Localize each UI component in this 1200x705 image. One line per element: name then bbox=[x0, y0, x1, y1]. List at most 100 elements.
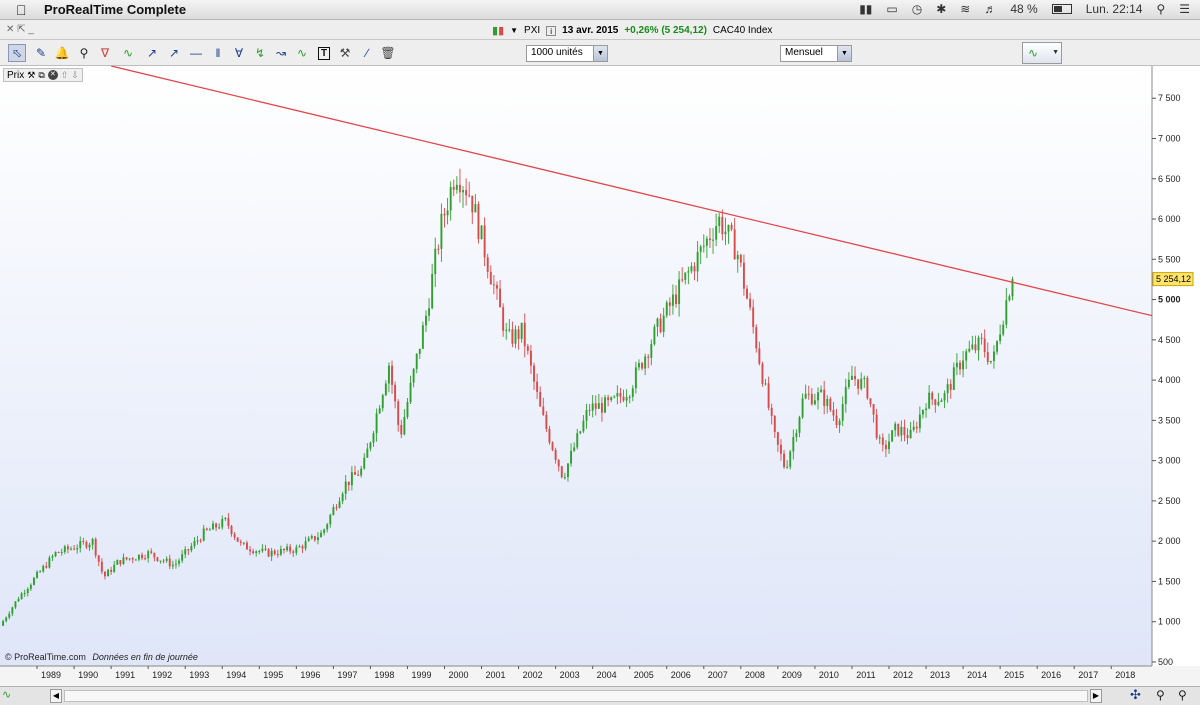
y-tick-label: 3 500 bbox=[1158, 415, 1181, 425]
horizontal-line-icon[interactable]: — bbox=[187, 44, 205, 62]
spotlight-search-icon[interactable]: ⚲ bbox=[1156, 2, 1165, 16]
clock[interactable]: Lun. 22:14 bbox=[1086, 2, 1143, 16]
text-tool-icon[interactable]: T bbox=[315, 44, 333, 62]
candle-body bbox=[298, 546, 301, 548]
candle-body bbox=[366, 448, 369, 458]
x-tick-label: 2002 bbox=[523, 670, 543, 680]
x-tick-label: 2010 bbox=[819, 670, 839, 680]
chart-background bbox=[0, 66, 1152, 666]
window-controls[interactable]: ✕ ⇱ _ bbox=[6, 24, 34, 35]
wave-tool-icon[interactable]: ∿ bbox=[293, 44, 311, 62]
candle-body bbox=[801, 398, 804, 418]
candle-body bbox=[159, 560, 162, 562]
candle-body bbox=[665, 302, 668, 316]
candle-body bbox=[807, 393, 810, 395]
wifi-icon[interactable]: ≋ bbox=[960, 2, 970, 16]
copy-icon[interactable]: ⧉ bbox=[38, 70, 44, 81]
candle-body bbox=[641, 363, 644, 369]
pattern-tool-icon[interactable]: ↯ bbox=[251, 44, 269, 62]
scroll-left-button[interactable]: ◀ bbox=[50, 689, 62, 703]
trendline-tool-icon[interactable]: ↗ bbox=[143, 44, 161, 62]
volume-icon[interactable]: ♬ bbox=[984, 2, 996, 16]
y-tick-label: 1 000 bbox=[1158, 617, 1181, 627]
close-icon[interactable]: ✕ bbox=[47, 70, 58, 80]
fit-screen-icon[interactable]: ✣ bbox=[1130, 687, 1141, 703]
channel-icon[interactable]: ∿ bbox=[119, 44, 137, 62]
vertical-line-icon[interactable]: ‖ bbox=[209, 44, 227, 62]
candle-body bbox=[113, 564, 116, 572]
time-machine-icon[interactable]: ◷ bbox=[912, 2, 922, 16]
candle-body bbox=[178, 560, 180, 564]
candle-body bbox=[644, 356, 647, 369]
candle-body bbox=[567, 463, 569, 478]
candle-body bbox=[514, 329, 517, 344]
pointer-tool-icon[interactable]: ⬁ bbox=[8, 44, 26, 62]
candle-body bbox=[891, 430, 894, 442]
candle-body bbox=[767, 383, 770, 408]
add-indicator-button[interactable]: ∿ ▼ bbox=[1022, 42, 1062, 64]
price-panel-header: Prix ⚒ ⧉ ✕ ⇧ ⇩ bbox=[3, 68, 83, 82]
app-name[interactable]: ProRealTime Complete bbox=[44, 2, 186, 17]
candle-body bbox=[681, 279, 684, 281]
info-icon[interactable]: i bbox=[546, 25, 557, 36]
candle-body bbox=[70, 548, 72, 550]
ruler-tool-icon[interactable]: ✎ bbox=[32, 44, 50, 62]
fibonacci-icon[interactable]: ∇ bbox=[96, 44, 114, 62]
candle-body bbox=[94, 539, 97, 556]
candle-body bbox=[60, 551, 63, 553]
candle-body bbox=[100, 561, 103, 572]
candle-body bbox=[434, 248, 437, 274]
trash-icon[interactable]: 🗑 bbox=[379, 44, 397, 62]
candle-body bbox=[860, 378, 863, 389]
zoom-icon[interactable]: ⚲ bbox=[75, 44, 93, 62]
zoom-in-icon[interactable]: ⚲ bbox=[1178, 688, 1187, 702]
candle-body bbox=[496, 285, 498, 289]
candle-body bbox=[5, 617, 8, 622]
candle-body bbox=[934, 399, 937, 405]
horizontal-scrollbar[interactable] bbox=[64, 690, 1088, 702]
period-select[interactable]: Mensuel ▼ bbox=[780, 45, 852, 62]
scroll-right-button[interactable]: ▶ bbox=[1090, 689, 1102, 703]
regression-tool-icon[interactable]: ↝ bbox=[272, 44, 290, 62]
move-down-icon[interactable]: ⇩ bbox=[71, 70, 79, 81]
battery-icon[interactable] bbox=[1051, 4, 1072, 14]
ray-tool-icon[interactable]: ↗ bbox=[165, 44, 183, 62]
candle-body bbox=[625, 397, 628, 401]
candle-body bbox=[878, 437, 881, 439]
bluetooth-icon[interactable]: ✱ bbox=[936, 2, 946, 16]
display-icon[interactable]: ▭ bbox=[886, 2, 897, 16]
candle-body bbox=[394, 384, 397, 402]
alert-bell-icon[interactable]: 🔔 bbox=[53, 44, 71, 62]
symbol-dropdown-icon[interactable]: ▼ bbox=[510, 26, 518, 35]
move-up-icon[interactable]: ⇧ bbox=[61, 70, 69, 81]
candle-body bbox=[656, 318, 659, 327]
candle-body bbox=[671, 294, 674, 306]
candle-body bbox=[918, 414, 921, 429]
fan-tool-icon[interactable]: ∀ bbox=[230, 44, 248, 62]
candle-body bbox=[983, 338, 986, 353]
price-chart[interactable]: 500 1 000 1 500 2 000 2 500 3 000 3 500 4 000 4 … bbox=[0, 65, 1200, 686]
autoscale-icon[interactable]: ∿ bbox=[2, 688, 24, 704]
candle-body bbox=[233, 534, 236, 538]
parallel-lines-icon[interactable]: ∕ bbox=[358, 44, 376, 62]
zoom-out-icon[interactable]: ⚲ bbox=[1156, 688, 1165, 702]
wrench-icon[interactable]: ⚒ bbox=[27, 70, 35, 81]
candle-body bbox=[613, 396, 616, 398]
candle-body bbox=[452, 186, 455, 190]
price-chart-svg[interactable]: 500 1 000 1 500 2 000 2 500 3 000 3 500 4 000 4 … bbox=[0, 65, 1200, 686]
candle-body bbox=[570, 450, 573, 464]
chart-status-icon[interactable]: ▮▮ bbox=[859, 2, 872, 16]
candle-body bbox=[690, 266, 693, 272]
candle-body bbox=[999, 334, 1002, 342]
units-select[interactable]: 1000 unités ▼ bbox=[526, 45, 608, 62]
candle-body bbox=[267, 549, 270, 557]
candle-body bbox=[696, 251, 699, 272]
symbol[interactable]: PXI bbox=[524, 25, 540, 36]
candle-body bbox=[952, 367, 955, 390]
candlestick-icon[interactable]: ▮▮ bbox=[492, 24, 504, 37]
apple-icon[interactable]:  bbox=[16, 2, 27, 18]
notification-center-icon[interactable]: ☰ bbox=[1179, 2, 1190, 16]
tools-settings-icon[interactable]: ⚒ bbox=[336, 44, 354, 62]
candle-body bbox=[996, 341, 998, 352]
y-tick-label: 2 500 bbox=[1158, 496, 1181, 506]
